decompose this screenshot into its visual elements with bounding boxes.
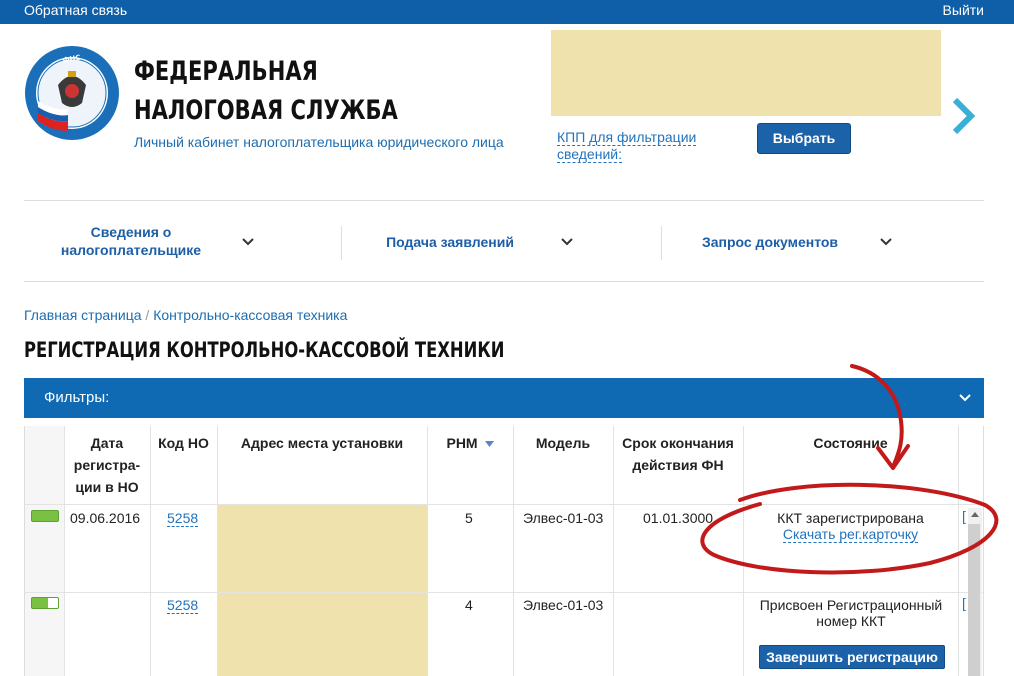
row2-status: Присвоен Регистрационный номер ККТ: [759, 597, 943, 629]
row1-reg-date: 09.06.2016: [70, 510, 141, 526]
column-header-model[interactable]: Модель: [513, 426, 613, 506]
redacted-address: [217, 504, 427, 676]
row1-status: ККТ зарегистрирована: [777, 510, 924, 526]
kkt-table: Дата регистра- ции в НО Код НО Адрес мес…: [24, 426, 984, 676]
row2-action-bracket[interactable]: [: [962, 595, 966, 611]
top-bar: Обратная связь Выйти: [0, 0, 1014, 24]
column-header-address[interactable]: Адрес места установки: [217, 426, 427, 506]
nav-separator: [341, 226, 342, 260]
filters-bar[interactable]: Фильтры:: [24, 378, 984, 418]
rnm-header-label: РНМ: [446, 435, 478, 451]
row1-rnm: 5: [465, 510, 473, 526]
chevron-down-icon[interactable]: [959, 394, 971, 402]
column-header-status[interactable]: Состояние: [743, 426, 958, 506]
row2-code-no-link[interactable]: 5258: [167, 597, 199, 614]
nav-applications[interactable]: Подача заявлений: [382, 233, 518, 251]
kpp-filter-link[interactable]: КПП для фильтрации сведений:: [557, 129, 717, 163]
nav-divider-bottom: [24, 281, 984, 282]
scroll-up-arrow-icon[interactable]: [968, 508, 982, 522]
row-divider: [25, 592, 983, 593]
nav-separator: [661, 226, 662, 260]
scrollbar-thumb[interactable]: [968, 524, 980, 676]
nav-divider-top: [24, 200, 984, 201]
org-name-line2: НАЛОГОВАЯ СЛУЖБА: [134, 95, 398, 126]
choose-button[interactable]: Выбрать: [757, 123, 851, 154]
column-header-fn-expiry[interactable]: Срок окончания действия ФН: [613, 426, 743, 506]
chevron-down-icon[interactable]: [880, 238, 892, 246]
chevron-down-icon[interactable]: [242, 238, 254, 246]
column-divider: [958, 426, 959, 676]
org-name-line1: ФЕДЕРАЛЬНАЯ: [134, 56, 318, 87]
sort-desc-icon[interactable]: [484, 441, 494, 448]
page-title: РЕГИСТРАЦИЯ КОНТРОЛЬНО-КАССОВОЙ ТЕХНИКИ: [24, 338, 505, 362]
breadcrumb-current[interactable]: Контрольно-кассовая техника: [153, 307, 347, 323]
chevron-right-icon[interactable]: [949, 96, 979, 136]
column-header-rnm[interactable]: РНМ: [427, 426, 513, 506]
row1-code-no-link[interactable]: 5258: [167, 510, 199, 527]
row1-fn-expiry: 01.01.3000: [643, 510, 714, 526]
redacted-taxpayer-info: [551, 30, 941, 116]
column-header-reg-date[interactable]: Дата регистра- ции в НО: [64, 426, 150, 506]
row1-model: Элвес-01-03: [523, 510, 604, 526]
row2-model: Элвес-01-03: [523, 597, 604, 613]
feedback-link[interactable]: Обратная связь: [24, 2, 127, 18]
column-header-code-no[interactable]: Код НО: [150, 426, 217, 506]
breadcrumb: Главная страница / Контрольно-кассовая т…: [24, 307, 347, 323]
indicator-column: [25, 426, 64, 676]
row1-action-bracket[interactable]: [: [962, 508, 966, 524]
status-indicator-full: [31, 510, 59, 522]
filters-label: Фильтры:: [44, 389, 110, 406]
logout-link[interactable]: Выйти: [943, 2, 984, 18]
nav-taxpayer-info[interactable]: Сведения о налогоплательщике: [52, 223, 210, 259]
breadcrumb-home-link[interactable]: Главная страница: [24, 307, 142, 323]
chevron-down-icon[interactable]: [561, 238, 573, 246]
fns-emblem-logo[interactable]: ФНС: [24, 45, 120, 141]
cabinet-subtitle: Личный кабинет налогоплательщика юридиче…: [134, 134, 504, 150]
nav-document-request[interactable]: Запрос документов: [696, 233, 844, 251]
breadcrumb-separator: /: [145, 307, 150, 323]
complete-registration-button[interactable]: Завершить регистрацию: [759, 645, 945, 669]
download-reg-card-link[interactable]: Скачать рег.карточку: [743, 526, 958, 543]
row2-rnm: 4: [465, 597, 473, 613]
status-indicator-partial: [31, 597, 59, 609]
